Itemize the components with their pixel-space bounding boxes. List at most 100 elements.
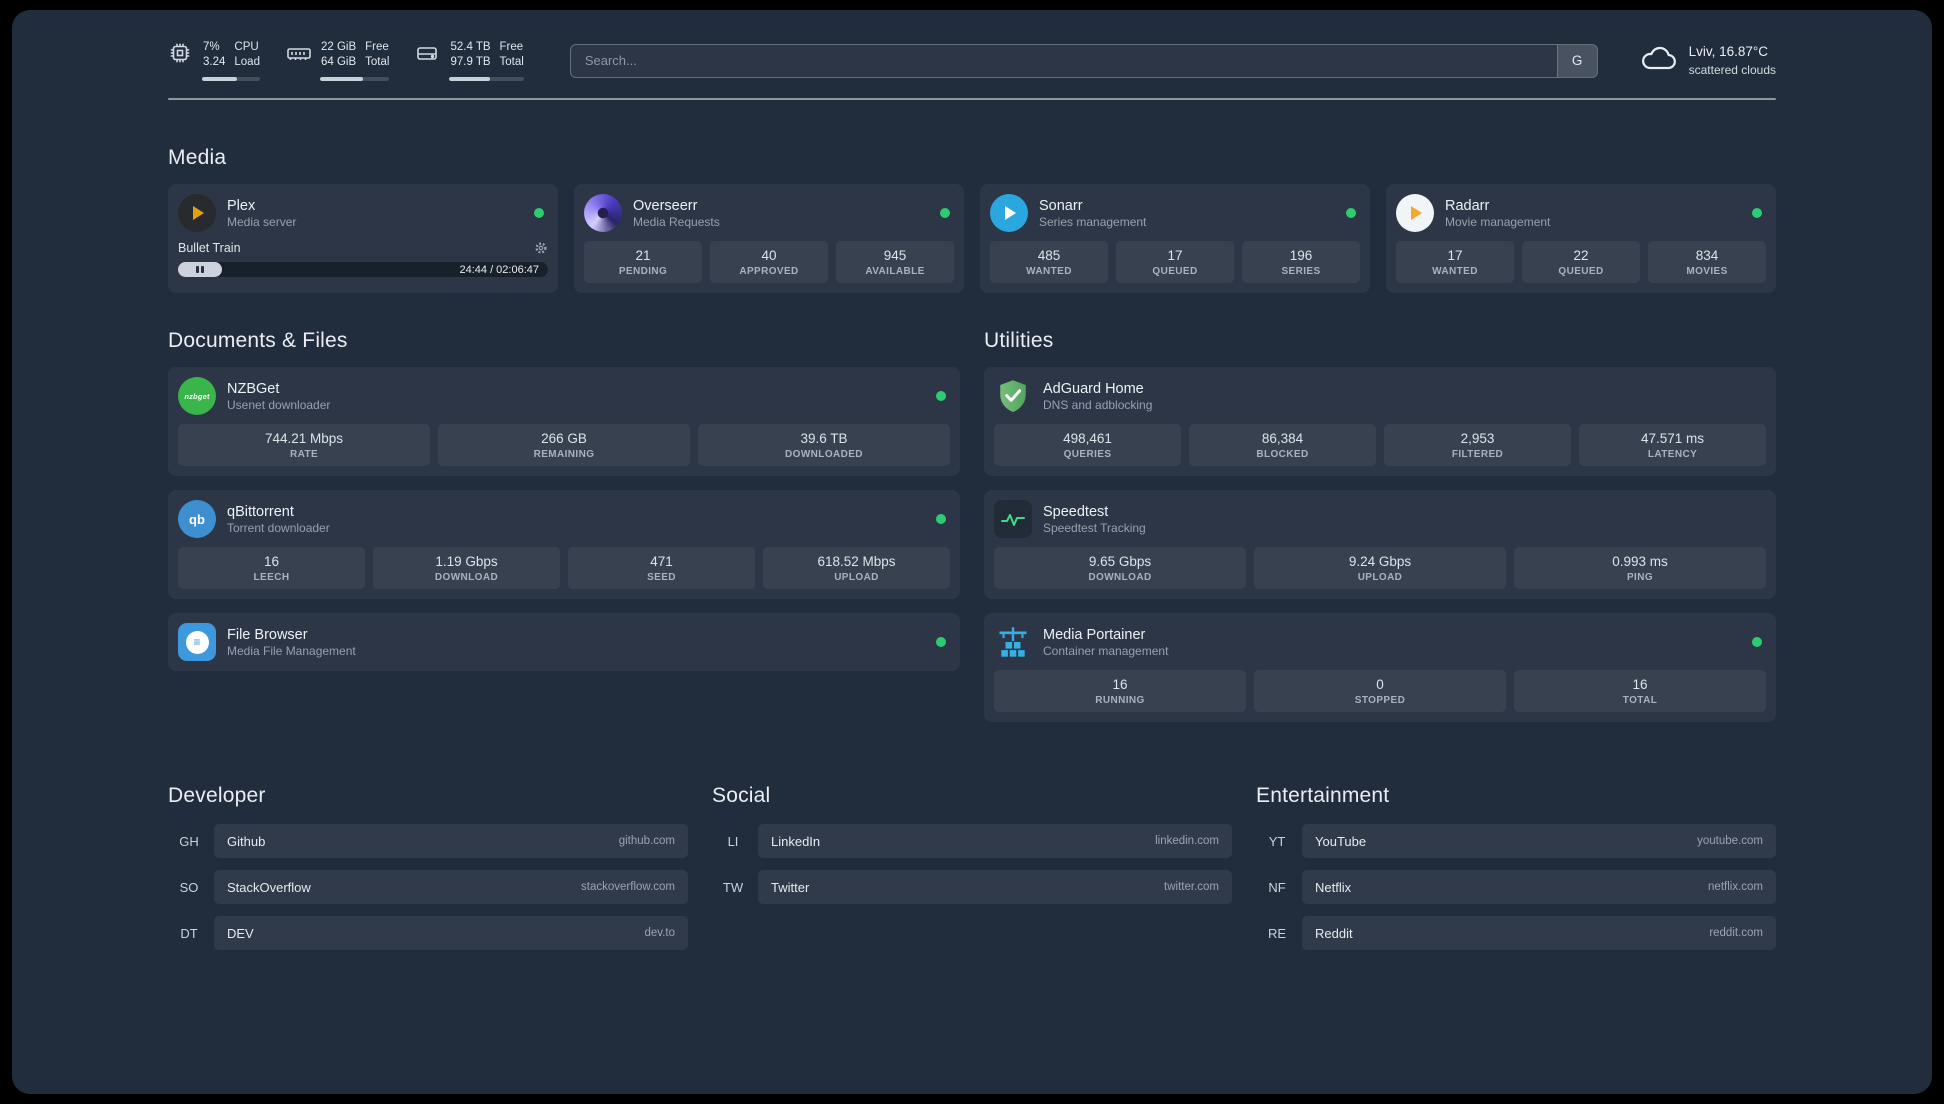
stat-tile: 485 WANTED xyxy=(990,241,1108,284)
service-description: Series management xyxy=(1039,214,1147,229)
bookmark-url: netflix.com xyxy=(1708,881,1763,894)
bookmark-twitter[interactable]: TW Twitter twitter.com xyxy=(712,870,1232,905)
service-name: Media Portainer xyxy=(1043,626,1146,643)
service-card-overseerr[interactable]: Overseerr Media Requests 21 PENDING 40 A… xyxy=(574,184,964,294)
cpu-label: CPU xyxy=(234,41,259,53)
nzbget-icon: nzbget xyxy=(178,377,216,416)
service-stats: 17 WANTED 22 QUEUED 834 MOVIES xyxy=(1396,241,1766,284)
pause-button[interactable] xyxy=(178,262,223,278)
bookmark-group-title: Social xyxy=(712,784,771,808)
playback-progress-bar[interactable]: 24:44 / 02:06:47 xyxy=(178,262,548,278)
bookmark-url: twitter.com xyxy=(1164,881,1219,894)
service-stats: 485 WANTED 17 QUEUED 196 SERIES xyxy=(990,241,1360,284)
bookmark-netflix[interactable]: NF Netflix netflix.com xyxy=(1256,870,1776,905)
stat-tile: 16 LEECH xyxy=(178,547,365,590)
service-stats: 21 PENDING 40 APPROVED 945 AVAILABLE xyxy=(584,241,954,284)
bookmark-url: dev.to xyxy=(644,927,675,940)
service-stats: 9.65 Gbps DOWNLOAD 9.24 Gbps UPLOAD 0.99… xyxy=(994,547,1766,590)
service-card-adguard[interactable]: AdGuard Home DNS and adblocking 498,461 … xyxy=(984,367,1776,477)
bookmark-youtube[interactable]: YT YouTube youtube.com xyxy=(1256,824,1776,859)
stat-tile: 945 AVAILABLE xyxy=(836,241,954,284)
bookmark-abbr: LI xyxy=(727,833,739,849)
service-card-portainer[interactable]: Media Portainer Container management 16 … xyxy=(984,613,1776,723)
stat-tile: 0.993 ms PING xyxy=(1514,547,1766,590)
service-card-filebrowser[interactable]: ≡ File Browser Media File Management xyxy=(168,613,960,672)
status-dot xyxy=(936,637,946,648)
service-card-qbittorrent[interactable]: qb qBittorrent Torrent downloader 16 LEE… xyxy=(168,490,960,600)
radarr-icon xyxy=(1396,194,1434,233)
service-card-nzbget[interactable]: nzbget NZBGet Usenet downloader 744.21 M… xyxy=(168,367,960,477)
service-stats: 498,461 QUERIES 86,384 BLOCKED 2,953 FIL… xyxy=(994,424,1766,467)
stat-tile: 39.6 TB DOWNLOADED xyxy=(698,424,950,467)
status-dot xyxy=(940,208,950,219)
stat-tile: 1.19 Gbps DOWNLOAD xyxy=(373,547,560,590)
speedtest-icon xyxy=(994,500,1032,539)
bookmark-dev[interactable]: DT DEV dev.to xyxy=(168,916,688,951)
weather-location-temp: Lviv, 16.87°C xyxy=(1688,44,1769,60)
bookmark-abbr: RE xyxy=(1267,925,1287,941)
memory-progress-bar xyxy=(319,77,390,82)
bookmark-url: youtube.com xyxy=(1697,835,1763,848)
service-description: Movie management xyxy=(1445,214,1551,229)
bookmark-abbr: NF xyxy=(1268,879,1286,895)
memory-free: 22 GiB xyxy=(320,41,357,53)
status-dot xyxy=(1752,208,1762,219)
service-card-plex[interactable]: Plex Media server Bullet Train 24:44 / 0… xyxy=(168,184,558,294)
stat-tile: 9.65 Gbps DOWNLOAD xyxy=(994,547,1246,590)
gear-icon[interactable] xyxy=(534,241,548,255)
stat-tile: 618.52 Mbps UPLOAD xyxy=(763,547,950,590)
service-name: NZBGet xyxy=(227,380,280,397)
weather-condition: scattered clouds xyxy=(1688,62,1776,77)
service-card-sonarr[interactable]: Sonarr Series management 485 WANTED 17 Q… xyxy=(980,184,1370,294)
stat-tile: 266 GB REMAINING xyxy=(438,424,690,467)
stat-tile: 9.24 Gbps UPLOAD xyxy=(1254,547,1506,590)
sonarr-icon xyxy=(990,194,1028,233)
bookmark-group-title: Entertainment xyxy=(1256,784,1390,808)
bookmark-name: LinkedIn xyxy=(771,833,821,849)
cpu-progress-bar xyxy=(202,77,260,82)
bookmark-url: stackoverflow.com xyxy=(581,881,675,894)
qbittorrent-icon: qb xyxy=(178,500,216,539)
section-title-utilities: Utilities xyxy=(984,329,1054,353)
bookmark-stackoverflow[interactable]: SO StackOverflow stackoverflow.com xyxy=(168,870,688,905)
bookmark-reddit[interactable]: RE Reddit reddit.com xyxy=(1256,916,1776,951)
search-input[interactable] xyxy=(569,43,1598,78)
bookmark-name: Twitter xyxy=(771,879,810,895)
service-card-speedtest[interactable]: Speedtest Speedtest Tracking 9.65 Gbps D… xyxy=(984,490,1776,600)
bookmark-name: Netflix xyxy=(1315,879,1352,895)
bookmark-abbr: GH xyxy=(179,833,199,849)
bookmark-linkedin[interactable]: LI LinkedIn linkedin.com xyxy=(712,824,1232,859)
bookmark-github[interactable]: GH Github github.com xyxy=(168,824,688,859)
overseerr-icon xyxy=(584,194,622,233)
load-label: Load xyxy=(234,56,260,69)
disk-free-label: Free xyxy=(499,41,524,53)
service-description: Media File Management xyxy=(227,643,356,658)
stat-tile: 834 MOVIES xyxy=(1648,241,1766,284)
bookmark-url: github.com xyxy=(618,835,675,848)
service-stats: 744.21 Mbps RATE 266 GB REMAINING 39.6 T… xyxy=(178,424,950,467)
service-name: Overseerr xyxy=(633,197,698,214)
stat-tile: 17 QUEUED xyxy=(1116,241,1234,284)
search-provider-button[interactable]: G xyxy=(1556,44,1597,77)
section-title-media: Media xyxy=(168,146,227,170)
system-metrics: 7% 3.24 CPU Load 22 GiB 64 GiB Free Tota… xyxy=(168,40,524,82)
bookmark-url: reddit.com xyxy=(1709,927,1763,940)
service-name: Sonarr xyxy=(1039,197,1083,214)
bookmark-group-entertainment: Entertainment YT YouTube youtube.com NF … xyxy=(1256,784,1776,951)
service-description: Usenet downloader xyxy=(227,397,331,412)
service-name: AdGuard Home xyxy=(1043,380,1144,397)
portainer-icon xyxy=(994,623,1032,661)
playback-time: 24:44 / 02:06:47 xyxy=(459,263,539,276)
bookmark-name: DEV xyxy=(227,925,254,941)
service-description: Torrent downloader xyxy=(227,520,330,535)
adguard-icon xyxy=(994,377,1032,415)
cpu-icon xyxy=(168,41,194,65)
memory-total: 64 GiB xyxy=(320,56,357,69)
status-dot xyxy=(1346,208,1356,219)
plex-icon xyxy=(178,194,216,233)
cloud-icon xyxy=(1640,44,1678,77)
stat-tile: 47.571 ms LATENCY xyxy=(1579,424,1766,467)
service-card-radarr[interactable]: Radarr Movie management 17 WANTED 22 QUE… xyxy=(1386,184,1776,294)
memory-free-label: Free xyxy=(365,41,389,53)
service-description: Media Requests xyxy=(633,214,720,229)
